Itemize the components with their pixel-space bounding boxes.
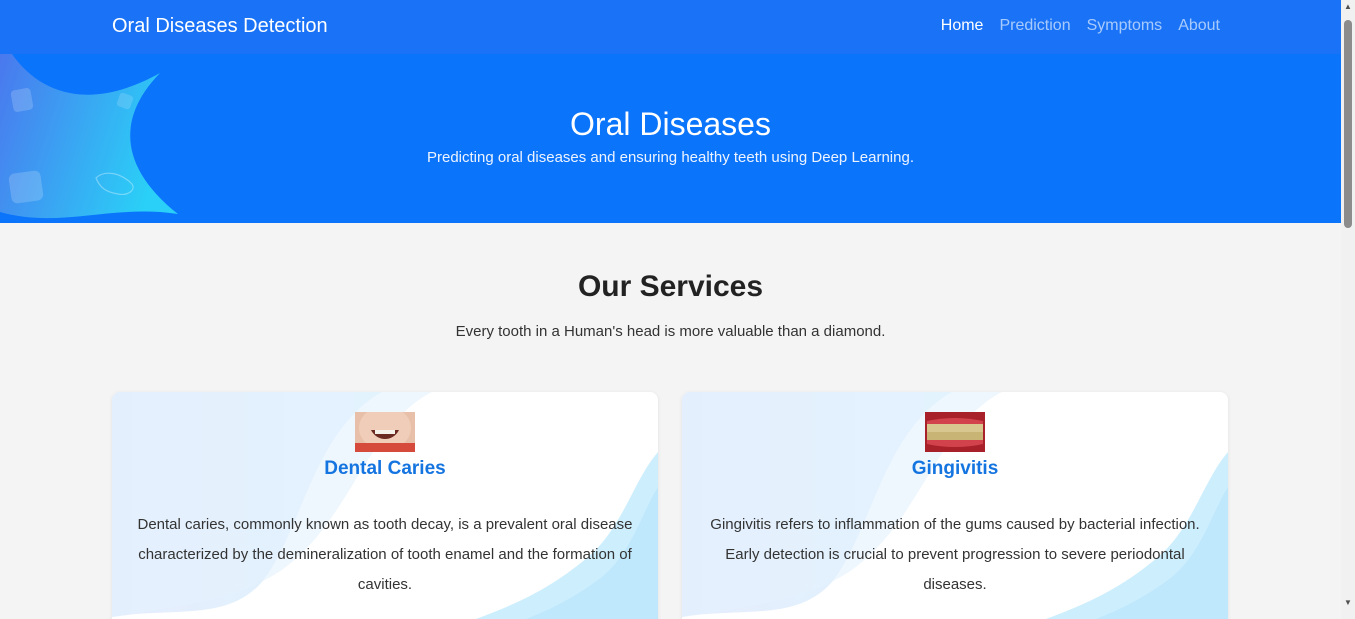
dental-caries-description: Dental caries, commonly known as tooth d…: [137, 516, 633, 593]
nav-link-home[interactable]: Home: [941, 17, 984, 35]
navbar: Oral Diseases Detection Home Prediction …: [0, 0, 1341, 54]
gingivitis-title[interactable]: Gingivitis: [682, 458, 1228, 480]
hero-banner: Oral Diseases Predicting oral diseases a…: [0, 54, 1341, 223]
dental-caries-title[interactable]: Dental Caries: [112, 458, 658, 480]
page: Oral Diseases Detection Home Prediction …: [0, 0, 1341, 619]
nav-link-about[interactable]: About: [1178, 17, 1220, 35]
nav-link-prediction[interactable]: Prediction: [999, 17, 1070, 35]
service-card-gingivitis[interactable]: Gingivitis Gingivitis refers to inflamma…: [682, 392, 1228, 619]
gingivitis-image: [925, 412, 985, 452]
scroll-down-arrow-icon[interactable]: ▼: [1344, 598, 1352, 607]
service-card-dental-caries[interactable]: Dental Caries Dental caries, commonly kn…: [112, 392, 658, 619]
gingivitis-description: Gingivitis refers to inflammation of the…: [710, 516, 1200, 593]
hero-title: Oral Diseases: [570, 106, 771, 142]
scroll-up-arrow-icon[interactable]: ▲: [1344, 2, 1352, 11]
brand-link[interactable]: Oral Diseases Detection: [112, 15, 328, 38]
nav-links: Home Prediction Symptoms About: [941, 17, 1220, 35]
nav-link-symptoms[interactable]: Symptoms: [1087, 17, 1163, 35]
services-subtitle: Every tooth in a Human's head is more va…: [455, 323, 886, 340]
scrollbar-thumb[interactable]: [1344, 20, 1352, 228]
vertical-scrollbar[interactable]: ▲ ▼: [1341, 0, 1355, 619]
services-title: Our Services: [577, 270, 764, 303]
hero-subtitle: Predicting oral diseases and ensuring he…: [427, 149, 914, 166]
dental-caries-image: [355, 412, 415, 452]
